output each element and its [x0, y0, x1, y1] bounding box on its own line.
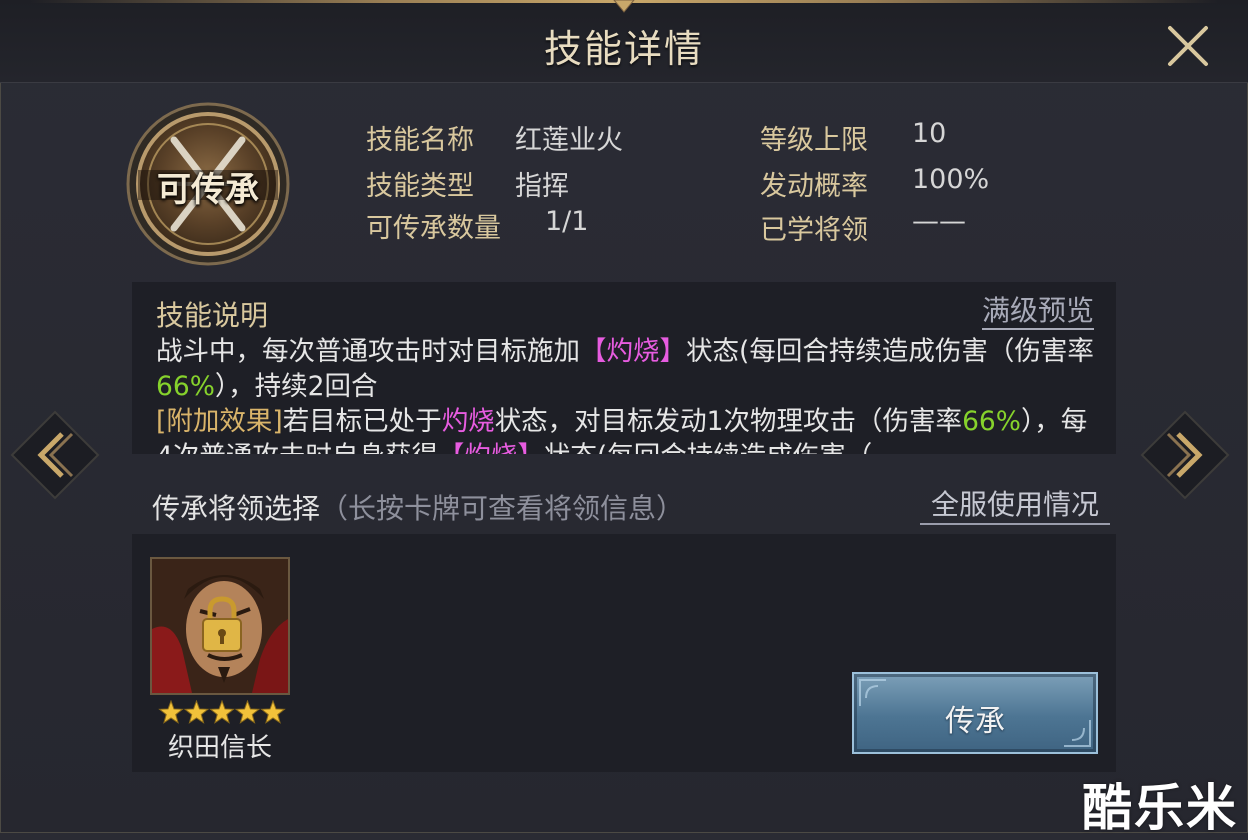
skill-type-label: 技能类型	[366, 171, 474, 202]
inherit-button-label: 传承	[945, 704, 1005, 739]
server-usage-link[interactable]: 全服使用情况	[920, 487, 1110, 525]
star-icon	[183, 700, 210, 724]
desc-seg1: 战斗中，每次普通攻击时对目标施加	[156, 336, 580, 367]
burn-status-2: 灼烧	[441, 406, 495, 437]
inheritable-badge-label: 可传承	[157, 170, 259, 210]
skill-name-value: 红莲业火	[515, 125, 623, 156]
inherit-hint-text: （长按卡牌可查看将领信息）	[320, 492, 685, 525]
skill-name-label: 技能名称	[366, 125, 474, 156]
general-card[interactable]	[150, 557, 290, 695]
max-level-preview-link[interactable]: 满级预览	[981, 294, 1094, 330]
star-rating-icon	[158, 700, 286, 724]
burn-status-3: 【灼烧】	[438, 441, 544, 454]
skill-type-value: 指挥	[515, 171, 569, 202]
header-ornament-icon	[613, 0, 635, 13]
inherit-count-label: 可传承数量	[366, 213, 501, 244]
level-cap-value: 10	[912, 118, 947, 149]
desc-seg7: 状态(每回合持续造成伤害（	[544, 441, 872, 454]
star-icon	[209, 700, 235, 724]
level-cap-label: 等级上限	[760, 125, 868, 156]
desc-seg2: 状态(每回合持续造成伤害（伤害率	[686, 336, 1094, 367]
desc-seg4: 若目标已处于	[282, 406, 442, 437]
description-title: 技能说明	[156, 299, 269, 332]
trigger-rate-value: 100%	[912, 164, 990, 195]
lock-icon	[202, 596, 242, 652]
general-name: 织田信长	[167, 733, 272, 763]
page-title: 技能详情	[543, 27, 704, 71]
extra-effect-label: [附加效果]	[156, 406, 283, 437]
burn-status-1: 【灼烧】	[580, 336, 686, 367]
damage-rate-2: 66%	[962, 406, 1021, 437]
damage-rate-1: 66%	[156, 371, 215, 402]
star-icon	[234, 700, 261, 724]
description-text: 战斗中，每次普通攻击时对目标施加【灼烧】状态(每回合持续造成伤害（伤害率66%）…	[156, 334, 1096, 454]
watermark-text: 酷乐米	[1082, 779, 1238, 837]
close-icon[interactable]	[1162, 20, 1214, 72]
skill-description-panel[interactable]: 技能说明 满级预览 战斗中，每次普通攻击时对目标施加【灼烧】状态(每回合持续造成…	[132, 282, 1116, 454]
inherit-button[interactable]: 传承	[852, 672, 1098, 754]
learned-generals-value: ——	[912, 206, 966, 237]
inherit-section-title: 传承将领选择（长按卡牌可查看将领信息）	[152, 487, 684, 527]
star-icon	[260, 700, 286, 724]
desc-seg3: ），持续2回合	[214, 371, 378, 402]
trigger-rate-label: 发动概率	[760, 171, 868, 202]
next-arrow-icon[interactable]	[1140, 410, 1230, 500]
header-bar: 技能详情	[0, 0, 1248, 83]
learned-generals-label: 已学将领	[760, 215, 868, 246]
inherit-title-text: 传承将领选择	[152, 492, 321, 525]
desc-seg5: 状态，对目标发动1次物理攻击（伤害率	[494, 406, 963, 437]
inherit-count-value: 1/1	[545, 206, 589, 237]
previous-arrow-icon[interactable]	[10, 410, 100, 500]
star-icon	[158, 700, 184, 724]
